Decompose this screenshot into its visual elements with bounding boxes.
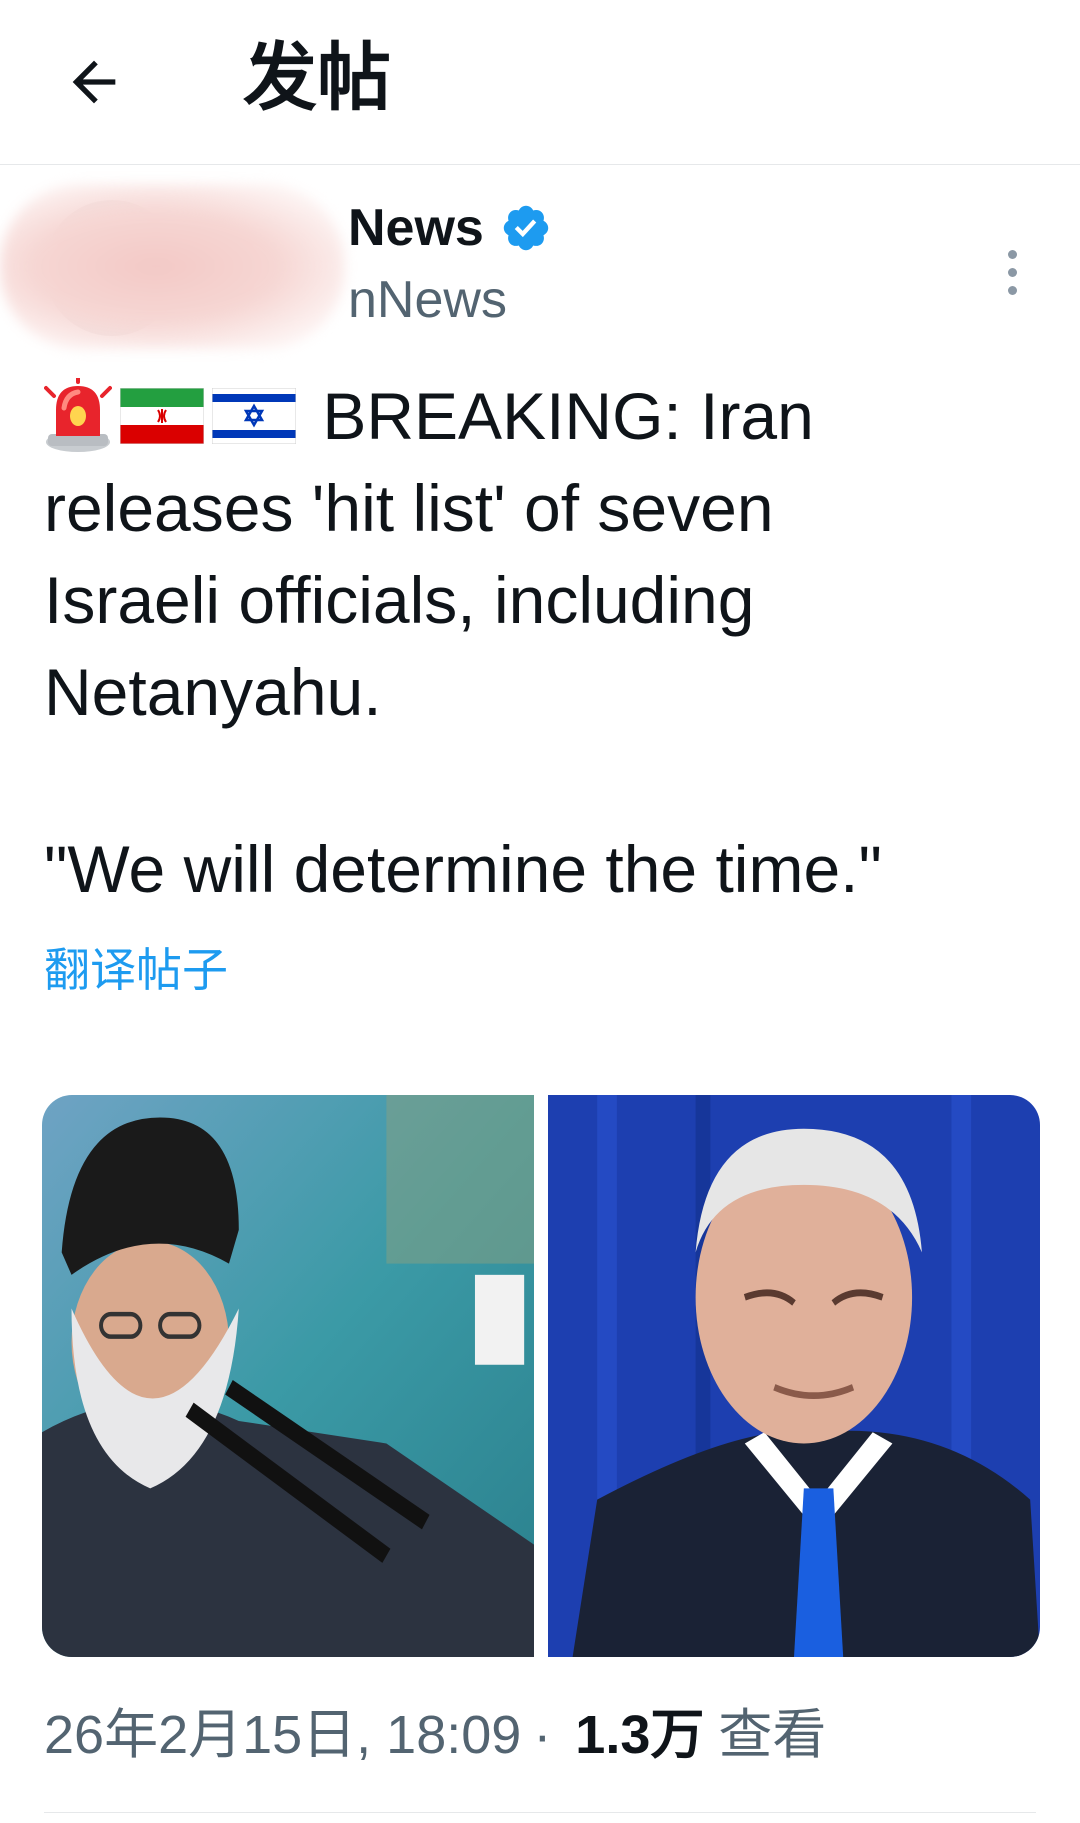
page-title: 发帖 [243, 36, 391, 119]
translate-post-link[interactable]: 翻译帖子 [44, 940, 228, 1000]
tweet-quote: "We will determine the time." [44, 832, 882, 906]
israel-flag-icon [212, 387, 296, 444]
post-meta: 26年2月15日, 18:09 · 1.3万 查看 [44, 1700, 826, 1770]
user-handle[interactable]: nNews [348, 268, 507, 332]
meta-separator: · [533, 1705, 552, 1765]
tweet-line-2: releases 'hit list' of seven [44, 471, 774, 545]
tweet-line-3: Israeli officials, including [44, 563, 755, 637]
tweet-line-1-text: BREAKING: Iran [322, 379, 814, 453]
redaction-mark [0, 184, 345, 349]
divider [44, 1812, 1036, 1813]
photo-cleric-speaking[interactable] [42, 1095, 534, 1657]
photo-netanyahu-portrait[interactable] [548, 1095, 1040, 1657]
views-count: 1.3万 [575, 1705, 705, 1765]
iran-flag-icon [120, 387, 204, 444]
views-label: 查看 [718, 1705, 827, 1765]
rotating-light-icon [44, 377, 112, 454]
display-name[interactable]: News [348, 196, 484, 260]
tweet-text: BREAKING: Iran releases 'hit list' of se… [44, 370, 1044, 738]
more-dot-icon [1007, 267, 1017, 277]
top-bar: 发帖 [0, 0, 1080, 165]
back-arrow-icon [72, 60, 116, 104]
tweet-line-4: Netanyahu. [44, 655, 382, 729]
more-dot-icon [1007, 285, 1017, 295]
more-dot-icon [1007, 249, 1017, 259]
tweet-line-1: BREAKING: Iran [44, 370, 1044, 462]
verified-badge-icon [500, 202, 552, 254]
author-row: News nNews [0, 164, 1080, 364]
post-timestamp[interactable]: 26年2月15日, 18:09 [44, 1700, 521, 1770]
display-name-group[interactable]: News [348, 196, 552, 260]
more-options-button[interactable] [990, 228, 1034, 316]
media-grid [42, 1095, 1040, 1657]
back-button[interactable] [52, 40, 136, 124]
